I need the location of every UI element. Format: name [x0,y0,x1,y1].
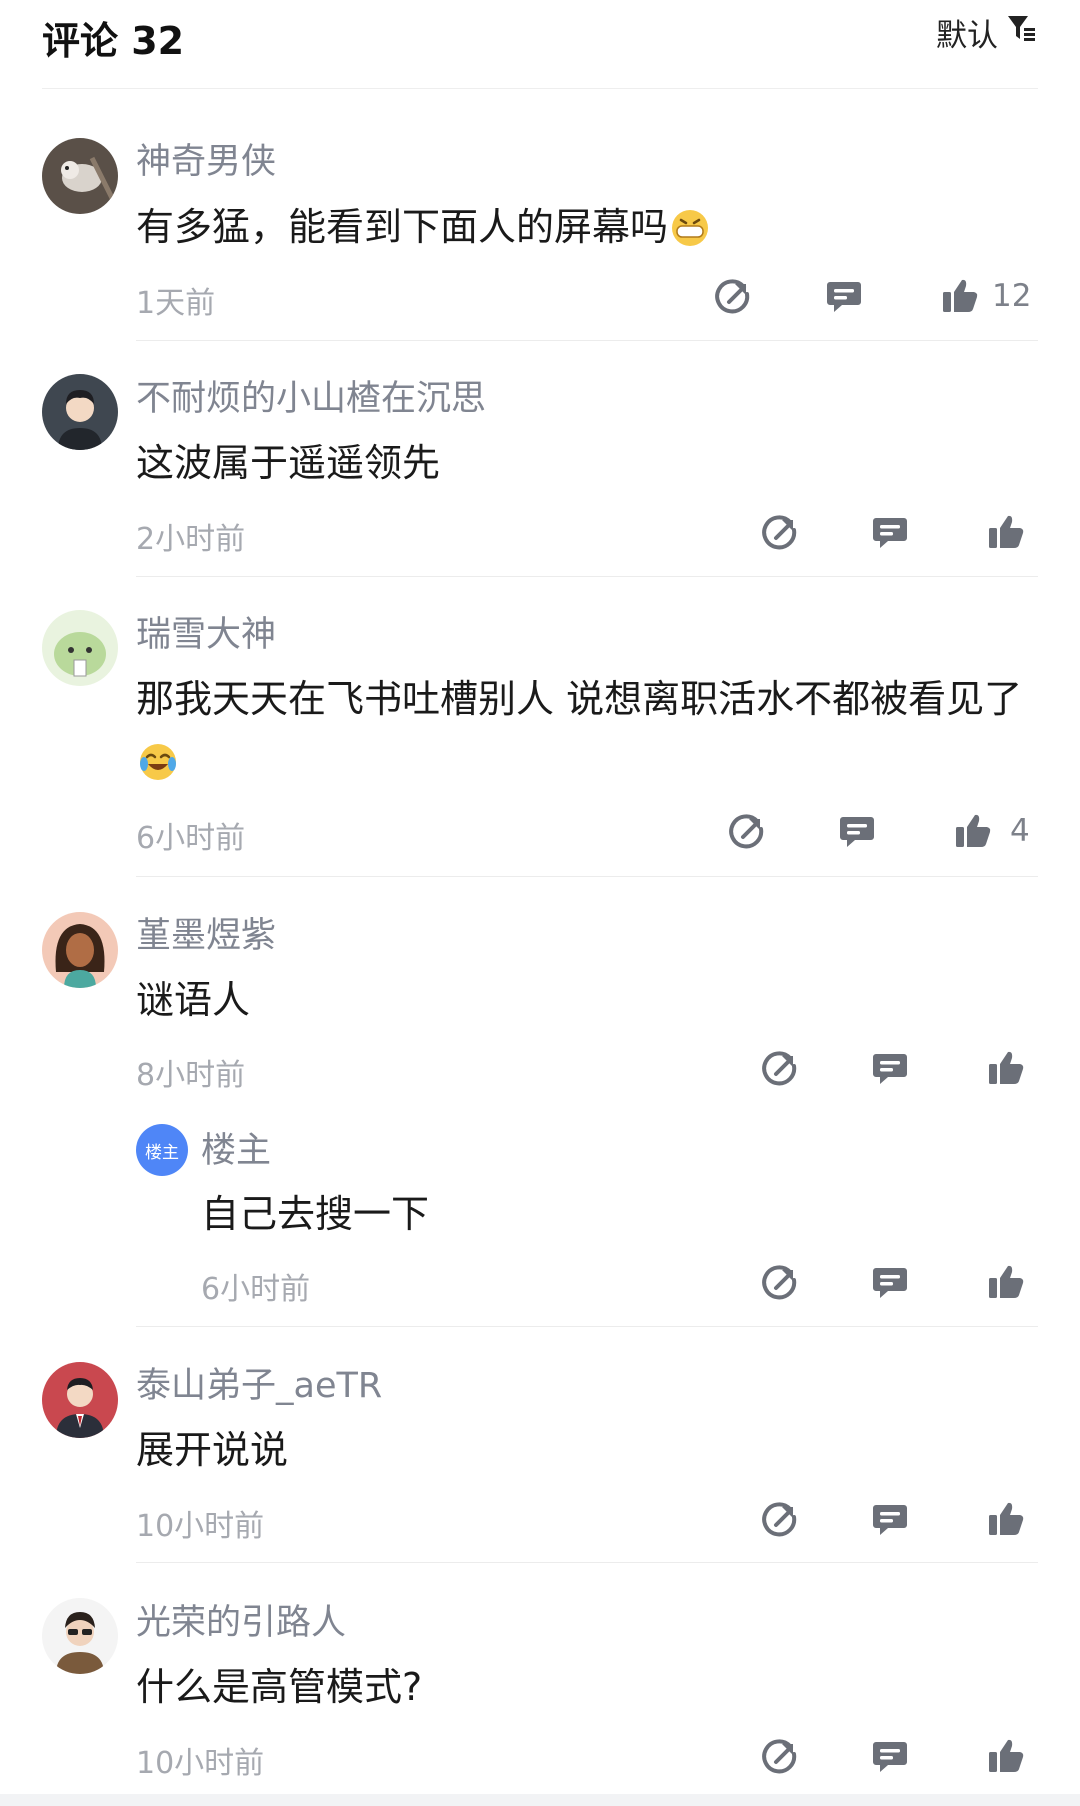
comment-text: 有多猛，能看到下面人的屏幕吗 [136,196,1036,266]
comment-time: 10小时前 [136,1746,265,1781]
comment-username[interactable]: 瑞雪大神 [136,606,276,657]
share-icon[interactable] [760,1048,800,1088]
comment-divider [136,876,1038,877]
comment-text-body: 谜语人 [136,978,251,1022]
reply-icon[interactable] [870,512,910,552]
comment-text-body: 这波属于遥遥领先 [136,441,441,485]
like-count: 4 [1010,813,1030,849]
like-count: 12 [992,278,1032,314]
share-icon[interactable] [760,512,800,552]
grinning-face-emoji [670,204,710,266]
sort-dropdown[interactable]: 默认 [936,12,1038,54]
avatar[interactable] [42,610,118,686]
comment-time: 1天前 [136,286,216,321]
comment-text-body: 那我天天在飞书吐槽别人 说想离职活水不都被看见了 [136,677,1023,721]
comment-text: 谜语人 [136,969,1036,1031]
reply-icon[interactable] [870,1048,910,1088]
comment-time: 8小时前 [136,1058,246,1093]
header-divider [42,88,1038,89]
avatar[interactable] [42,1362,118,1438]
filter-icon [1006,12,1038,52]
like-icon[interactable] [986,1499,1026,1539]
reply-text: 自己去搜一下 [201,1183,1080,1245]
reply-text-body: 自己去搜一下 [201,1192,430,1236]
comment-time: 2小时前 [136,522,246,557]
share-icon[interactable] [760,1262,800,1302]
reply-time: 6小时前 [201,1272,311,1307]
comment-time: 6小时前 [136,821,246,856]
reply-icon[interactable] [870,1499,910,1539]
like-icon[interactable] [953,811,993,851]
comment-text-body: 展开说说 [136,1428,289,1472]
comment-divider [136,1562,1038,1563]
avatar[interactable] [42,1598,118,1674]
comment-text: 那我天天在飞书吐槽别人 说想离职活水不都被看见了 [136,668,1036,800]
avatar[interactable] [42,912,118,988]
like-icon[interactable] [986,512,1026,552]
reply-icon[interactable] [870,1736,910,1776]
like-icon[interactable] [986,1262,1026,1302]
comment-text-body: 什么是高管模式? [136,1665,423,1709]
comment-username[interactable]: 神奇男侠 [136,133,276,184]
comment-text-body: 有多猛，能看到下面人的屏幕吗 [136,205,669,249]
reply-icon[interactable] [824,276,864,316]
comment-username[interactable]: 光荣的引路人 [136,1594,346,1645]
comment-divider [136,576,1038,577]
op-badge: 楼主 [136,1124,188,1176]
like-icon[interactable] [986,1736,1026,1776]
avatar[interactable] [42,138,118,214]
tears-of-joy-emoji [138,738,178,800]
comment-text: 这波属于遥遥领先 [136,432,1036,494]
comments-header: 评论 32 默认 [0,0,1080,89]
share-icon[interactable] [760,1736,800,1776]
reply-icon[interactable] [870,1262,910,1302]
comment-text: 展开说说 [136,1419,1036,1481]
share-icon[interactable] [713,276,753,316]
comment-text: 什么是高管模式? [136,1656,1036,1718]
comment-username[interactable]: 泰山弟子_aeTR [136,1357,382,1408]
share-icon[interactable] [727,811,767,851]
reply-username[interactable]: 楼主 [201,1122,271,1173]
comment-divider [136,1326,1038,1327]
comment-divider [136,340,1038,341]
reply-icon[interactable] [837,811,877,851]
sort-label: 默认 [936,17,998,54]
share-icon[interactable] [760,1499,800,1539]
comment-time: 10小时前 [136,1509,265,1544]
like-icon[interactable] [940,276,980,316]
comment-username[interactable]: 堇墨煜紫 [136,907,276,958]
avatar[interactable] [42,374,118,450]
comments-count-title: 评论 32 [42,19,185,63]
bottom-strip [0,1794,1080,1806]
like-icon[interactable] [986,1048,1026,1088]
comment-username[interactable]: 不耐烦的小山楂在沉思 [136,370,486,421]
